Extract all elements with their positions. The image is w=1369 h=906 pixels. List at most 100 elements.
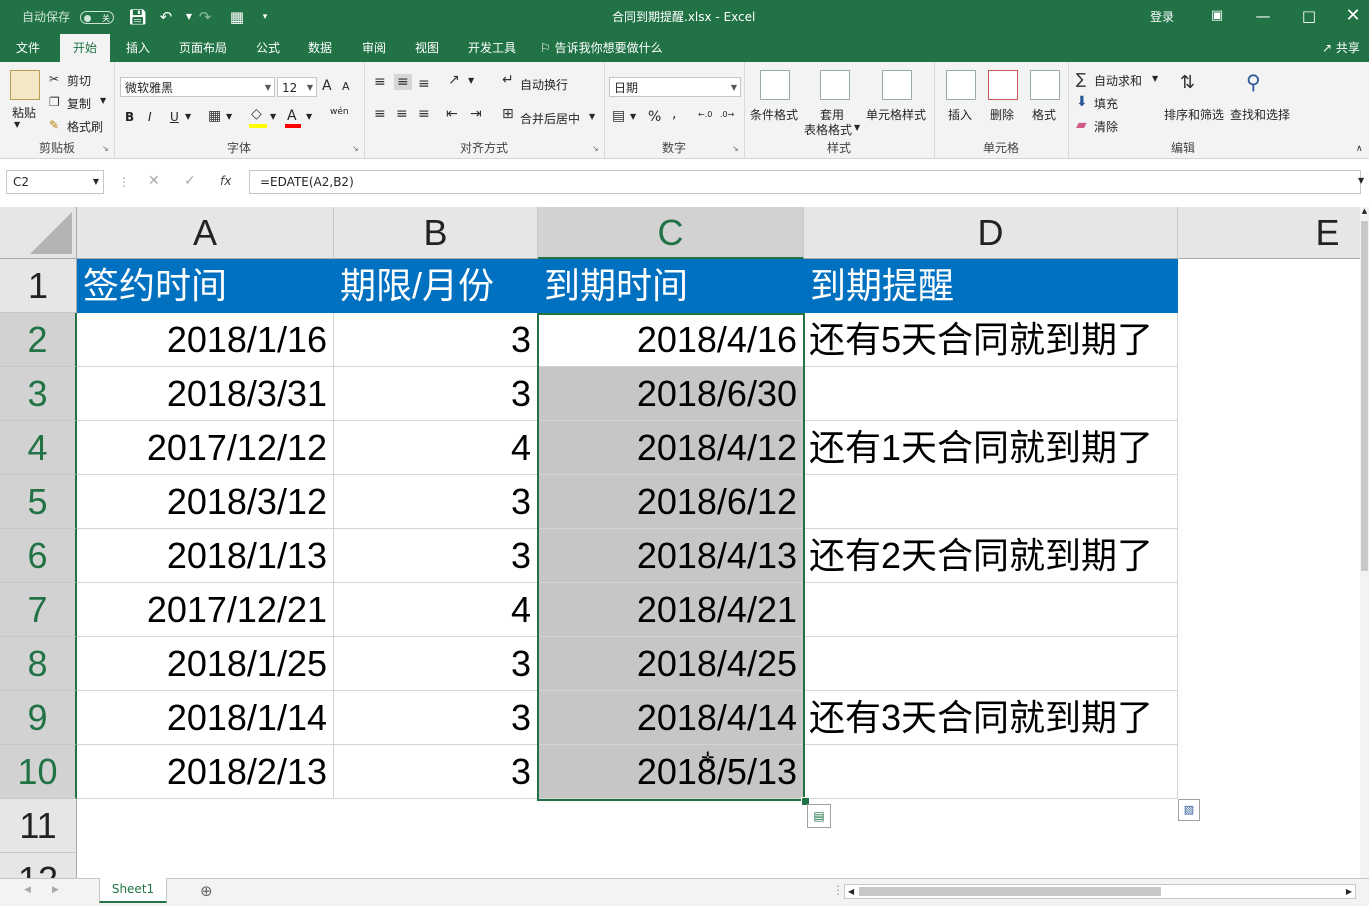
enter-icon[interactable]: ✓ bbox=[184, 173, 196, 189]
undo-icon[interactable]: ↶ bbox=[157, 8, 175, 26]
tab-developer[interactable]: 开发工具 bbox=[458, 34, 526, 62]
cell-e8[interactable] bbox=[1178, 637, 1360, 691]
clipboard-launcher-icon[interactable]: ↘ bbox=[102, 144, 109, 153]
share-button[interactable]: ↗ 共享 bbox=[1322, 34, 1369, 62]
quick-analysis-icon[interactable]: ▤ bbox=[807, 804, 831, 828]
cell-c2[interactable]: 2018/4/16 bbox=[538, 313, 804, 367]
fill-down-icon[interactable]: ⬇ bbox=[1076, 94, 1088, 110]
format-painter-button[interactable]: 格式刷 bbox=[67, 118, 103, 135]
cell-d7[interactable] bbox=[804, 583, 1178, 637]
cell-styles-button[interactable]: 单元格样式 bbox=[866, 106, 926, 123]
customize-toolbar-icon[interactable]: ▾ bbox=[256, 8, 274, 26]
cell-b10[interactable]: 3 bbox=[334, 745, 538, 799]
find-select-icon[interactable]: ⚲ bbox=[1246, 70, 1261, 94]
paste-button[interactable]: 粘贴 bbox=[12, 104, 36, 121]
align-middle-icon[interactable]: ≡ bbox=[394, 74, 412, 90]
tab-file[interactable]: 文件 bbox=[6, 34, 50, 62]
worksheet-grid[interactable]: A B C D E 123456789101112 签约时间期限/月份到期时间到… bbox=[0, 207, 1360, 878]
minimize-button[interactable]: — bbox=[1240, 0, 1286, 34]
ribbon-display-icon[interactable]: ▣ bbox=[1194, 0, 1240, 34]
scroll-up-icon[interactable]: ▲ bbox=[1360, 207, 1369, 219]
accounting-dropdown-icon[interactable]: ▼ bbox=[630, 112, 636, 121]
cell-d6[interactable]: 还有2天合同就到期了 bbox=[804, 529, 1178, 583]
font-color-icon[interactable]: A bbox=[287, 108, 297, 124]
tell-me-search[interactable]: ⚐ 告诉我你想要做什么 bbox=[540, 34, 690, 62]
cell-d10[interactable] bbox=[804, 745, 1178, 799]
autosum-icon[interactable]: ∑ bbox=[1076, 70, 1086, 88]
italic-button[interactable]: I bbox=[148, 110, 152, 124]
cell-b3[interactable]: 3 bbox=[334, 367, 538, 421]
row-header-2[interactable]: 2 bbox=[0, 313, 77, 367]
align-center-icon[interactable]: ≡ bbox=[396, 106, 408, 122]
percent-button[interactable]: % bbox=[648, 109, 661, 125]
save-icon[interactable]: 💾︎ bbox=[128, 8, 147, 26]
underline-button[interactable]: U bbox=[170, 110, 179, 124]
row-header-3[interactable]: 3 bbox=[0, 367, 77, 421]
tab-home[interactable]: 开始 bbox=[60, 34, 110, 64]
format-as-table-button-2[interactable]: 表格格式 bbox=[804, 121, 852, 138]
cell-a5[interactable]: 2018/3/12 bbox=[77, 475, 334, 529]
format-cells-button[interactable]: 格式 bbox=[1032, 106, 1056, 123]
maximize-button[interactable]: □ bbox=[1286, 0, 1332, 34]
scroll-sheet-left-icon[interactable]: ◀ bbox=[24, 885, 31, 895]
cell-d5[interactable] bbox=[804, 475, 1178, 529]
row-header-8[interactable]: 8 bbox=[0, 637, 77, 691]
row-header-11[interactable]: 11 bbox=[0, 799, 77, 853]
insert-cells-button[interactable]: 插入 bbox=[948, 106, 972, 123]
cell-e2[interactable] bbox=[1178, 313, 1360, 367]
bold-button[interactable]: B bbox=[125, 110, 134, 124]
copy-dropdown-icon[interactable]: ▼ bbox=[100, 96, 106, 105]
cut-button[interactable]: 剪切 bbox=[67, 72, 91, 89]
clear-button[interactable]: 清除 bbox=[1094, 118, 1118, 135]
delete-cells-icon[interactable] bbox=[988, 70, 1018, 100]
cell-d4[interactable]: 还有1天合同就到期了 bbox=[804, 421, 1178, 475]
scissors-icon[interactable]: ✂ bbox=[49, 72, 59, 86]
number-launcher-icon[interactable]: ↘ bbox=[732, 144, 739, 153]
cell-c7[interactable]: 2018/4/21 bbox=[538, 583, 804, 637]
row-header-10[interactable]: 10 bbox=[0, 745, 77, 799]
sort-filter-button[interactable]: 排序和筛选 bbox=[1164, 106, 1224, 123]
cell-e6[interactable] bbox=[1178, 529, 1360, 583]
cell-c8[interactable]: 2018/4/25 bbox=[538, 637, 804, 691]
vertical-scrollbar[interactable]: ▲ bbox=[1360, 207, 1369, 878]
comma-button[interactable]: , bbox=[672, 106, 676, 122]
row-header-4[interactable]: 4 bbox=[0, 421, 77, 475]
wrap-text-icon[interactable]: ↵ bbox=[502, 72, 514, 88]
insert-cells-icon[interactable] bbox=[946, 70, 976, 100]
cell-b6[interactable]: 3 bbox=[334, 529, 538, 583]
cell-e7[interactable] bbox=[1178, 583, 1360, 637]
scroll-sheet-right-icon[interactable]: ▶ bbox=[52, 885, 59, 895]
cell-d2[interactable]: 还有5天合同就到期了 bbox=[804, 313, 1178, 367]
cell-b4[interactable]: 4 bbox=[334, 421, 538, 475]
tab-insert[interactable]: 插入 bbox=[116, 34, 160, 62]
paste-dropdown-icon[interactable]: ▼ bbox=[14, 120, 20, 129]
underline-dropdown-icon[interactable]: ▼ bbox=[185, 112, 191, 121]
scroll-right-icon[interactable]: ▶ bbox=[1346, 885, 1352, 898]
tab-review[interactable]: 审阅 bbox=[352, 34, 396, 62]
tab-split-dots-icon[interactable]: ⋮ bbox=[832, 883, 844, 897]
cell-c9[interactable]: 2018/4/14 bbox=[538, 691, 804, 745]
cell-e4[interactable] bbox=[1178, 421, 1360, 475]
new-sheet-icon[interactable]: ⊕ bbox=[200, 882, 213, 900]
paste-icon[interactable] bbox=[10, 70, 40, 100]
cancel-icon[interactable]: ✕ bbox=[148, 173, 160, 189]
merge-center-button[interactable]: 合并后居中 bbox=[520, 110, 580, 127]
cell-b7[interactable]: 4 bbox=[334, 583, 538, 637]
cell-a2[interactable]: 2018/1/16 bbox=[77, 313, 334, 367]
delete-cells-button[interactable]: 删除 bbox=[990, 106, 1014, 123]
merge-dropdown-icon[interactable]: ▼ bbox=[589, 112, 595, 121]
cell-a4[interactable]: 2017/12/12 bbox=[77, 421, 334, 475]
merge-center-icon[interactable]: ⊞ bbox=[502, 106, 514, 122]
row-header-5[interactable]: 5 bbox=[0, 475, 77, 529]
column-header-a[interactable]: A bbox=[77, 207, 334, 259]
cell-a7[interactable]: 2017/12/21 bbox=[77, 583, 334, 637]
cell-b5[interactable]: 3 bbox=[334, 475, 538, 529]
horizontal-scroll-thumb[interactable] bbox=[859, 887, 1161, 896]
cell-a9[interactable]: 2018/1/14 bbox=[77, 691, 334, 745]
cell-e9[interactable] bbox=[1178, 691, 1360, 745]
alignment-launcher-icon[interactable]: ↘ bbox=[592, 144, 599, 153]
shrink-font-icon[interactable]: A bbox=[342, 80, 350, 93]
borders-dropdown-icon[interactable]: ▼ bbox=[226, 112, 232, 121]
align-top-icon[interactable]: ≡ bbox=[374, 74, 386, 90]
column-header-d[interactable]: D bbox=[804, 207, 1178, 259]
